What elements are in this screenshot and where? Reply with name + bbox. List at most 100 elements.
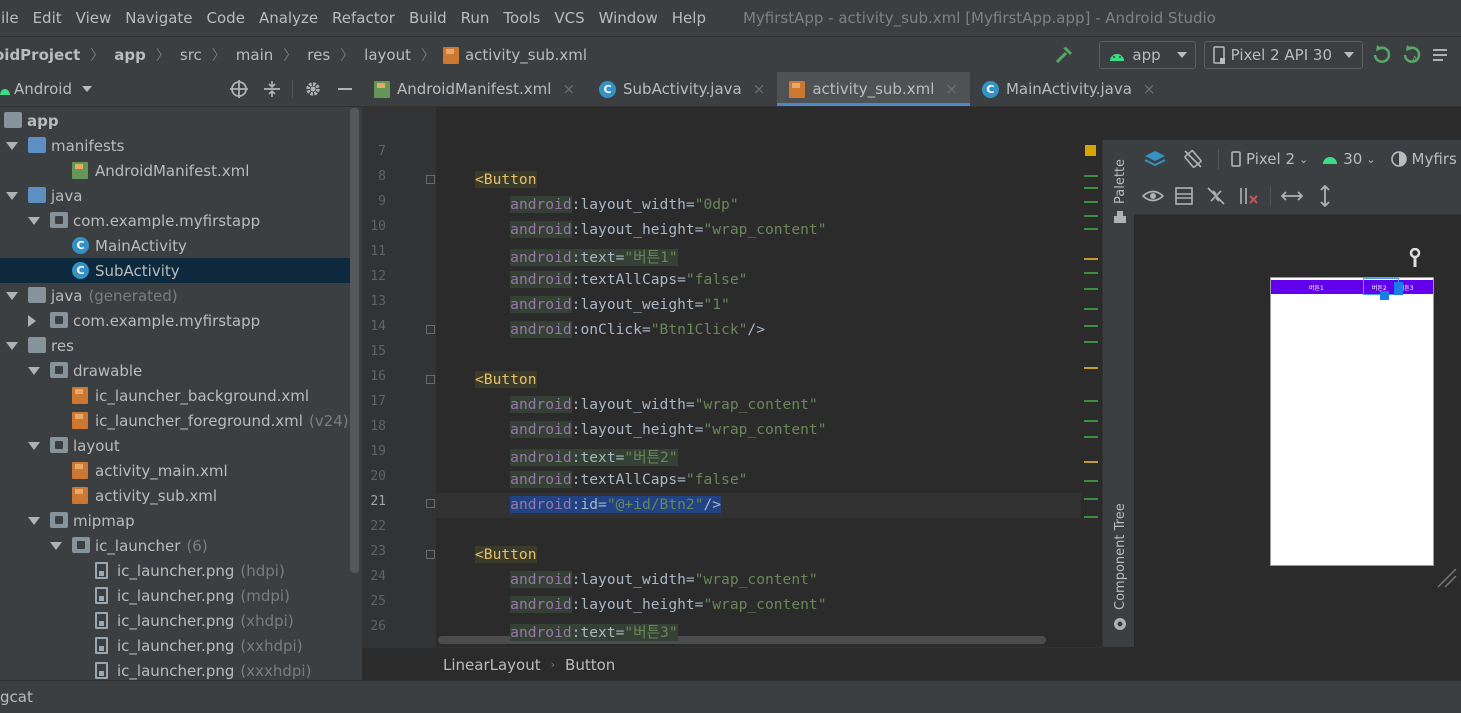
tree-item[interactable]: ic_launcher.png (xhdpi) bbox=[0, 608, 350, 633]
preview-button-1[interactable]: 버튼1 bbox=[1309, 283, 1324, 292]
collapse-arrow-icon[interactable] bbox=[28, 315, 36, 327]
margins-icon[interactable] bbox=[1174, 186, 1194, 206]
breadcrumb-oidproject[interactable]: oidProject bbox=[0, 46, 80, 64]
menu-edit[interactable]: Edit bbox=[26, 9, 69, 27]
gear-icon[interactable] bbox=[303, 79, 323, 99]
menu-build[interactable]: Build bbox=[402, 9, 454, 27]
breadcrumb-app[interactable]: app bbox=[114, 46, 146, 64]
expand-horizontal-icon[interactable] bbox=[1281, 186, 1303, 206]
palette-icon[interactable] bbox=[1113, 210, 1127, 224]
tree-item[interactable]: activity_main.xml bbox=[0, 458, 350, 483]
autoconnect-off-icon[interactable] bbox=[1206, 186, 1226, 206]
orientation-icon[interactable] bbox=[1182, 148, 1204, 170]
api-dropdown[interactable]: 30 bbox=[1343, 150, 1362, 168]
close-icon[interactable]: × bbox=[1143, 80, 1156, 98]
tab-mainactivity-java[interactable]: C MainActivity.java × bbox=[970, 72, 1168, 106]
component-tree-tab[interactable]: Component Tree bbox=[1113, 503, 1128, 610]
device-preview[interactable]: 버튼1 버튼2 버튼3 bbox=[1270, 277, 1434, 566]
menu-code[interactable]: Code bbox=[200, 9, 252, 27]
device-dropdown[interactable]: Pixel 2 bbox=[1246, 150, 1295, 168]
tree-item[interactable]: drawable bbox=[0, 358, 350, 383]
tree-item[interactable]: ic_launcher.png (xxhdpi) bbox=[0, 633, 350, 658]
breadcrumb-layout[interactable]: layout bbox=[364, 46, 411, 64]
tree-item[interactable]: java (generated) bbox=[0, 283, 350, 308]
tree-item[interactable]: ic_launcher_background.xml bbox=[0, 383, 350, 408]
menu-refactor[interactable]: Refactor bbox=[325, 9, 402, 27]
eye-icon[interactable] bbox=[1142, 186, 1164, 206]
expand-arrow-icon[interactable] bbox=[6, 292, 18, 300]
expand-arrow-icon[interactable] bbox=[6, 192, 18, 200]
menu-analyze[interactable]: Analyze bbox=[252, 9, 325, 27]
tree-item[interactable]: C SubActivity bbox=[0, 258, 350, 283]
chevron-down-icon[interactable] bbox=[82, 86, 92, 92]
apply-changes-icon[interactable] bbox=[1371, 44, 1393, 66]
expand-arrow-icon[interactable] bbox=[28, 517, 40, 525]
layers-icon[interactable] bbox=[1144, 149, 1166, 169]
menu-help[interactable]: Help bbox=[665, 9, 713, 27]
expand-arrow-icon[interactable] bbox=[6, 142, 18, 150]
expand-arrow-icon[interactable] bbox=[28, 217, 40, 225]
tree-item[interactable]: mipmap bbox=[0, 508, 350, 533]
breadcrumb-res[interactable]: res bbox=[307, 46, 330, 64]
tree-item[interactable]: com.example.myfirstapp bbox=[0, 208, 350, 233]
palette-tab[interactable]: Palette bbox=[1113, 159, 1128, 204]
expand-arrow-icon[interactable] bbox=[50, 542, 62, 550]
expand-vertical-icon[interactable] bbox=[1315, 185, 1335, 207]
theme-dropdown[interactable]: Myfirs bbox=[1412, 150, 1457, 168]
tree-item[interactable]: ic_launcher_foreground.xml (v24) bbox=[0, 408, 350, 433]
tree-item[interactable]: res bbox=[0, 333, 350, 358]
apply-code-changes-icon[interactable]: A bbox=[1401, 44, 1423, 66]
resize-grip-icon[interactable] bbox=[1434, 565, 1458, 589]
warning-marker[interactable] bbox=[1085, 145, 1096, 156]
tree-item[interactable]: activity_sub.xml bbox=[0, 483, 350, 508]
menu-run[interactable]: Run bbox=[454, 9, 497, 27]
clear-constraints-icon[interactable] bbox=[1238, 186, 1260, 206]
tree-scrollbar[interactable] bbox=[350, 108, 359, 573]
collapse-all-icon[interactable] bbox=[262, 79, 282, 99]
breadcrumb-main[interactable]: main bbox=[236, 46, 273, 64]
crumb-button[interactable]: Button bbox=[565, 656, 615, 674]
expand-arrow-icon[interactable] bbox=[28, 367, 40, 375]
tree-item[interactable]: AndroidManifest.xml bbox=[0, 158, 350, 183]
tree-item[interactable]: ic_launcher.png (mdpi) bbox=[0, 583, 350, 608]
tab-androidmanifest-xml[interactable]: AndroidManifest.xml × bbox=[362, 72, 587, 106]
code-editor[interactable]: 7 8 9 10 11 12 13 14 15 16 17 18 19 20 21 22 23 24 25 26 bbox=[362, 107, 1102, 647]
tree-item[interactable]: C MainActivity bbox=[0, 233, 350, 258]
sync-list-icon[interactable] bbox=[1431, 45, 1451, 65]
locate-icon[interactable] bbox=[229, 79, 249, 99]
breadcrumb-activity-sub-xml[interactable]: activity_sub.xml bbox=[465, 46, 587, 64]
tree-item[interactable]: app bbox=[0, 108, 350, 133]
tree-item[interactable]: java bbox=[0, 183, 350, 208]
tree-item[interactable]: layout bbox=[0, 433, 350, 458]
menu-window[interactable]: Window bbox=[592, 9, 665, 27]
menu-view[interactable]: View bbox=[69, 9, 119, 27]
device-select[interactable]: Pixel 2 API 30 bbox=[1203, 41, 1363, 69]
close-icon[interactable]: × bbox=[945, 80, 958, 98]
logcat-tab[interactable]: gcat bbox=[0, 688, 33, 706]
expand-arrow-icon[interactable] bbox=[28, 442, 40, 450]
resize-handle[interactable] bbox=[1394, 282, 1403, 295]
editor-h-scrollbar[interactable] bbox=[438, 636, 1046, 644]
menu-navigate[interactable]: Navigate bbox=[118, 9, 199, 27]
tab-subactivity-java[interactable]: C SubActivity.java × bbox=[587, 72, 777, 106]
crumb-linearlayout[interactable]: LinearLayout bbox=[443, 656, 541, 674]
expand-arrow-icon[interactable] bbox=[6, 342, 18, 350]
tree-item[interactable]: com.example.myfirstapp bbox=[0, 308, 350, 333]
project-view-label[interactable]: Android bbox=[14, 80, 72, 98]
menu-tools[interactable]: Tools bbox=[496, 9, 547, 27]
tree-item[interactable]: ic_launcher.png (hdpi) bbox=[0, 558, 350, 583]
run-config-select[interactable]: app bbox=[1099, 41, 1196, 69]
component-tree-icon[interactable] bbox=[1113, 617, 1127, 631]
tree-item[interactable]: manifests bbox=[0, 133, 350, 158]
tree-item[interactable]: ic_launcher (6) bbox=[0, 533, 350, 558]
menu-vcs[interactable]: VCS bbox=[547, 9, 591, 27]
build-hammer-icon[interactable] bbox=[1053, 44, 1075, 66]
close-icon[interactable]: × bbox=[562, 80, 575, 98]
resize-handle[interactable] bbox=[1380, 291, 1389, 300]
tab-activity-sub-xml[interactable]: activity_sub.xml × bbox=[777, 72, 970, 106]
close-icon[interactable]: × bbox=[753, 80, 766, 98]
minimize-icon[interactable] bbox=[336, 79, 354, 99]
menu-ile[interactable]: ile bbox=[0, 9, 26, 27]
pan-tool-icon[interactable] bbox=[1408, 248, 1422, 268]
breadcrumb-src[interactable]: src bbox=[180, 46, 202, 64]
